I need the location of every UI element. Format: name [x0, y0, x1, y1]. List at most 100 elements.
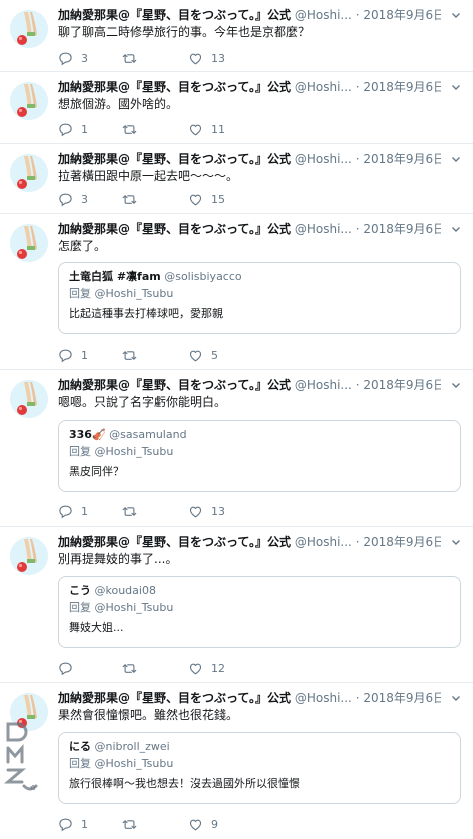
avatar[interactable]: [10, 154, 48, 192]
author-name[interactable]: 加納愛那果@『星野、目をつぶって。』公式: [58, 378, 291, 392]
like-button[interactable]: 12: [188, 660, 225, 676]
chevron-down-icon[interactable]: [451, 154, 461, 164]
quoted-tweet[interactable]: にる @nibroll_zwei 回复 @Hoshi_Tsubu 旅行很棒啊～我…: [58, 732, 461, 804]
tweet[interactable]: 加納愛那果@『星野、目をつぶって。』公式 @Hoshi... · 2018年9月…: [0, 214, 473, 370]
reply-to-handle[interactable]: @Hoshi_Tsubu: [95, 601, 174, 614]
reply-to-handle[interactable]: @Hoshi_Tsubu: [95, 757, 174, 770]
reply-button[interactable]: 1: [58, 816, 88, 832]
tweet-date[interactable]: · 2018年9月6日: [356, 80, 441, 94]
avatar[interactable]: [10, 380, 48, 418]
author-handle[interactable]: @Hoshi...: [295, 691, 352, 705]
author-name[interactable]: 加納愛那果@『星野、目をつぶって。』公式: [58, 222, 291, 236]
like-count: 5: [211, 348, 218, 362]
author-handle[interactable]: @Hoshi...: [295, 80, 352, 94]
tweet-date[interactable]: · 2018年9月6日: [356, 222, 441, 236]
tweet-actions: 12: [58, 660, 358, 676]
author-name[interactable]: 加納愛那果@『星野、目をつぶって。』公式: [58, 535, 291, 549]
tweet[interactable]: 加納愛那果@『星野、目をつぶって。』公式 @Hoshi... · 2018年9月…: [0, 527, 473, 683]
quote-author-name: にる: [69, 740, 91, 753]
avatar[interactable]: [10, 537, 48, 575]
author-handle[interactable]: @Hoshi...: [295, 378, 352, 392]
retweet-button[interactable]: [122, 660, 145, 676]
chevron-down-icon[interactable]: [451, 380, 461, 390]
avatar[interactable]: [10, 224, 48, 262]
tweet-text: 果然會很憧憬吧。雖然也很花錢。: [58, 708, 239, 722]
quote-author-name: 336🎻: [69, 428, 106, 441]
author-handle[interactable]: @Hoshi...: [295, 535, 352, 549]
reply-button[interactable]: 3: [58, 50, 88, 66]
author-handle[interactable]: @Hoshi...: [295, 152, 352, 166]
author-name[interactable]: 加納愛那果@『星野、目をつぶって。』公式: [58, 691, 291, 705]
chevron-down-icon[interactable]: [451, 82, 461, 92]
reply-icon: [58, 817, 73, 832]
author-handle[interactable]: @Hoshi...: [295, 8, 352, 22]
like-button[interactable]: 13: [188, 50, 225, 66]
heart-icon: [188, 122, 203, 137]
tweet[interactable]: 加納愛那果@『星野、目をつぶって。』公式 @Hoshi... · 2018年9月…: [0, 683, 473, 839]
retweet-button[interactable]: [122, 191, 145, 207]
retweet-button[interactable]: [122, 503, 145, 519]
avatar[interactable]: [10, 10, 48, 48]
tweet[interactable]: 加納愛那果@『星野、目をつぶって。』公式 @Hoshi... · 2018年9月…: [0, 72, 473, 144]
like-button[interactable]: 9: [188, 816, 218, 832]
tweet-text: 聊了聊高二時修學旅行的事。今年也是京都麼？: [58, 25, 311, 39]
reply-prefix: 回复: [69, 287, 91, 300]
reply-button[interactable]: 3: [58, 191, 88, 207]
author-handle[interactable]: @Hoshi...: [295, 222, 352, 236]
tweet-header: 加納愛那果@『星野、目をつぶって。』公式 @Hoshi... · 2018年9月…: [58, 221, 441, 237]
tweet-date[interactable]: · 2018年9月6日: [356, 535, 441, 549]
retweet-icon: [122, 192, 137, 207]
retweet-button[interactable]: [122, 816, 145, 832]
quote-text: 比起這種事去打棒球吧，愛那親: [69, 307, 223, 320]
tweet[interactable]: 加納愛那果@『星野、目をつぶって。』公式 @Hoshi... · 2018年9月…: [0, 370, 473, 527]
retweet-button[interactable]: [122, 121, 145, 137]
tweet-date[interactable]: · 2018年9月6日: [356, 8, 441, 22]
author-name[interactable]: 加納愛那果@『星野、目をつぶって。』公式: [58, 8, 291, 22]
author-name[interactable]: 加納愛那果@『星野、目をつぶって。』公式: [58, 152, 291, 166]
chevron-down-icon[interactable]: [451, 10, 461, 20]
quote-author-handle: @nibroll_zwei: [94, 740, 170, 753]
reply-button[interactable]: 1: [58, 347, 88, 363]
quote-text: 舞妓大姐...: [69, 621, 124, 634]
retweet-icon: [122, 51, 137, 66]
retweet-button[interactable]: [122, 50, 145, 66]
like-button[interactable]: 5: [188, 347, 218, 363]
reply-button[interactable]: 1: [58, 121, 88, 137]
tweet-header: 加納愛那果@『星野、目をつぶって。』公式 @Hoshi... · 2018年9月…: [58, 377, 441, 393]
quoted-tweet[interactable]: 336🎻 @sasamuland 回复 @Hoshi_Tsubu 黑皮同伴？: [58, 420, 461, 492]
tweet[interactable]: 加納愛那果@『星野、目をつぶって。』公式 @Hoshi... · 2018年9月…: [0, 0, 473, 72]
tweet-date[interactable]: · 2018年9月6日: [356, 691, 441, 705]
quoted-tweet[interactable]: 土竜白狐 #凛fam @solisbiyacco 回复 @Hoshi_Tsubu…: [58, 262, 461, 334]
tweet[interactable]: 加納愛那果@『星野、目をつぶって。』公式 @Hoshi... · 2018年9月…: [0, 144, 473, 214]
like-count: 12: [211, 661, 225, 675]
quote-author-handle: @koudai08: [94, 584, 156, 597]
reply-button[interactable]: 1: [58, 503, 88, 519]
tweet-date[interactable]: · 2018年9月6日: [356, 378, 441, 392]
reply-icon: [58, 192, 73, 207]
like-button[interactable]: 15: [188, 191, 225, 207]
chevron-down-icon[interactable]: [451, 537, 461, 547]
retweet-button[interactable]: [122, 347, 145, 363]
reply-to-handle[interactable]: @Hoshi_Tsubu: [95, 287, 174, 300]
like-button[interactable]: 13: [188, 503, 225, 519]
reply-button[interactable]: [58, 660, 81, 676]
tweet-actions: 1 5: [58, 347, 358, 363]
quote-author-name: 土竜白狐 #凛fam: [69, 270, 161, 283]
tweet-text: 想旅個游。國外啥的。: [58, 97, 179, 111]
quote-author-name: こう: [69, 584, 91, 597]
chevron-down-icon[interactable]: [451, 224, 461, 234]
reply-count: 1: [81, 348, 88, 362]
quoted-tweet[interactable]: こう @koudai08 回复 @Hoshi_Tsubu 舞妓大姐...: [58, 576, 461, 648]
reply-prefix: 回复: [69, 445, 91, 458]
quote-author-handle: @solisbiyacco: [164, 270, 242, 283]
chevron-down-icon[interactable]: [451, 693, 461, 703]
like-button[interactable]: 11: [188, 121, 225, 137]
reply-to-handle[interactable]: @Hoshi_Tsubu: [95, 445, 174, 458]
tweet-header: 加納愛那果@『星野、目をつぶって。』公式 @Hoshi... · 2018年9月…: [58, 690, 441, 706]
like-count: 11: [211, 122, 225, 136]
tweet-date[interactable]: · 2018年9月6日: [356, 152, 441, 166]
avatar[interactable]: [10, 82, 48, 120]
reply-count: 1: [81, 122, 88, 136]
author-name[interactable]: 加納愛那果@『星野、目をつぶって。』公式: [58, 80, 291, 94]
reply-icon: [58, 348, 73, 363]
